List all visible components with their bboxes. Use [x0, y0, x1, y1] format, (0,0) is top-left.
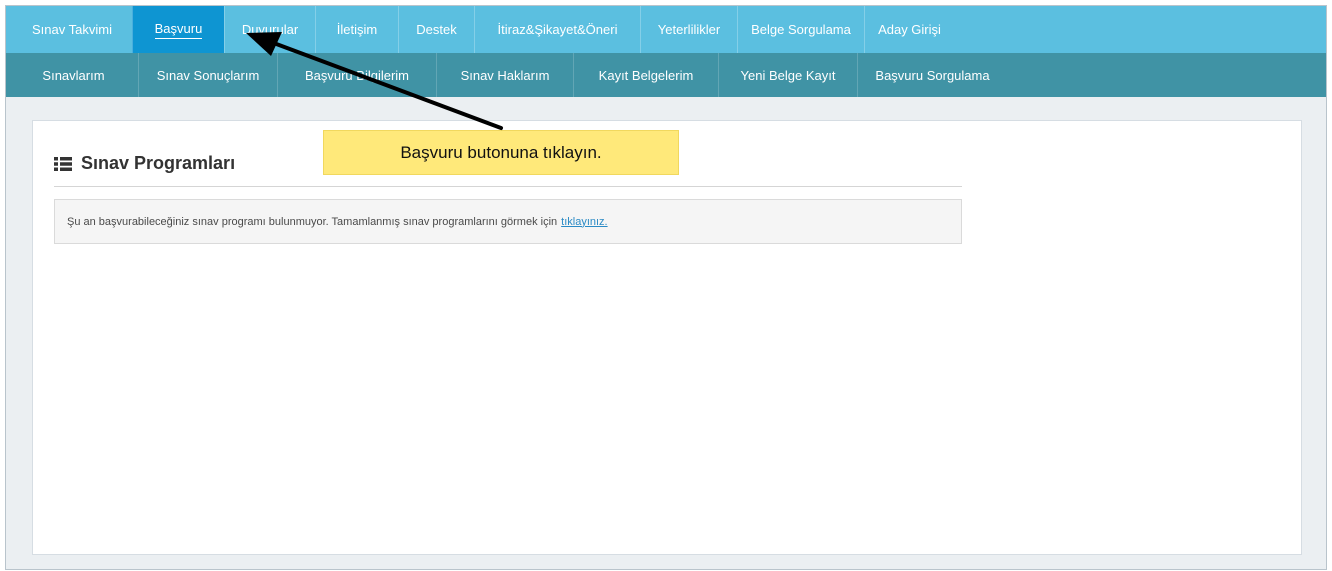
subnav-label: Kayıt Belgelerim — [598, 67, 694, 83]
nav-yeterlilikler[interactable]: Yeterlilikler — [640, 6, 737, 53]
nav-iletisim[interactable]: İletişim — [315, 6, 398, 53]
nav-label: Sınav Takvimi — [32, 22, 112, 37]
nav-label: Yeterlilikler — [657, 22, 721, 37]
subnav-sinav-sonuclarim[interactable]: Sınav Sonuçlarım — [138, 53, 277, 97]
nav-label: Belge Sorgulama — [751, 22, 851, 37]
nav-destek[interactable]: Destek — [398, 6, 474, 53]
nav-duyurular[interactable]: Duyurular — [224, 6, 315, 53]
subnav-label: Sınav Sonuçlarım — [156, 67, 260, 83]
nav-basvuru[interactable]: Başvuru — [132, 6, 224, 53]
instruction-text: Başvuru butonuna tıklayın. — [400, 142, 602, 162]
subnav-label: Sınavlarım — [42, 67, 105, 83]
subnav-basvuru-sorgulama[interactable]: Başvuru Sorgulama — [857, 53, 1007, 97]
subnav-sinav-haklarim[interactable]: Sınav Haklarım — [436, 53, 573, 97]
list-icon — [54, 156, 72, 171]
subnav-label: Sınav Haklarım — [460, 67, 550, 83]
subnav-yeni-belge-kayit[interactable]: Yeni Belge Kayıt — [718, 53, 857, 97]
nav-label: Destek — [416, 22, 457, 37]
nav-label: İtiraz&Şikayet&Öneri — [497, 22, 618, 37]
nav-label: Başvuru — [154, 21, 203, 39]
nav-belge-sorgulama[interactable]: Belge Sorgulama — [737, 6, 864, 53]
panel-heading: Sınav Programları — [54, 153, 235, 174]
browser-frame: Sınav Takvimi Başvuru Duyurular İletişim… — [5, 5, 1327, 570]
nav-label: İletişim — [336, 22, 378, 37]
subnav-label: Başvuru Bilgilerim — [304, 67, 410, 83]
divider — [54, 186, 962, 187]
nav-aday-girisi[interactable]: Aday Girişi — [864, 6, 954, 53]
page-title: Sınav Programları — [81, 153, 236, 173]
top-navigation: Sınav Takvimi Başvuru Duyurular İletişim… — [6, 6, 1326, 53]
subnav-basvuru-bilgilerim[interactable]: Başvuru Bilgilerim — [277, 53, 436, 97]
notice-text: Şu an başvurabileceğiniz sınav programı … — [67, 215, 558, 228]
nav-sinav-takvimi[interactable]: Sınav Takvimi — [6, 6, 132, 53]
subnav-kayit-belgelerim[interactable]: Kayıt Belgelerim — [573, 53, 718, 97]
instruction-callout: Başvuru butonuna tıklayın. — [323, 130, 679, 175]
info-notice: Şu an başvurabileceğiniz sınav programı … — [54, 199, 962, 244]
subnav-label: Yeni Belge Kayıt — [740, 67, 836, 83]
sub-navigation: Sınavlarım Sınav Sonuçlarım Başvuru Bilg… — [6, 53, 1326, 97]
nav-itiraz[interactable]: İtiraz&Şikayet&Öneri — [474, 6, 640, 53]
completed-programs-link[interactable]: tıklayınız. — [561, 216, 607, 228]
subnav-sinavlarim[interactable]: Sınavlarım — [6, 53, 138, 97]
subnav-label: Başvuru Sorgulama — [875, 67, 990, 83]
exam-programs-panel: Sınav Programları Şu an başvurabileceğin… — [32, 120, 1302, 555]
nav-label: Duyurular — [241, 22, 299, 37]
nav-label: Aday Girişi — [878, 22, 941, 37]
